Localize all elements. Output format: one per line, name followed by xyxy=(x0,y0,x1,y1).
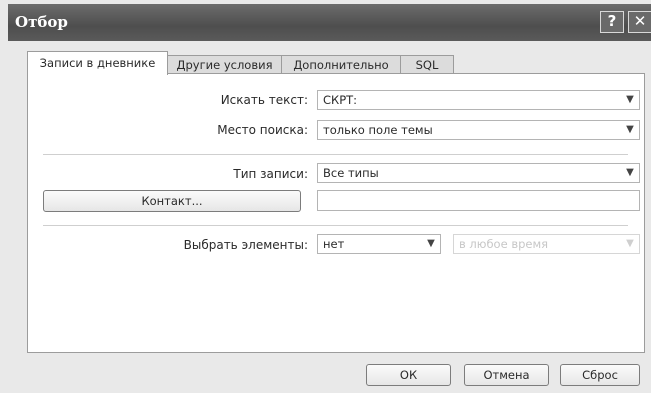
help-button[interactable]: ? xyxy=(600,11,624,33)
search-text-label: Искать текст: xyxy=(220,93,308,107)
search-text-combo[interactable]: СКРТ: ▼ xyxy=(317,90,640,110)
entry-type-combo[interactable]: Все типы ▼ xyxy=(317,163,640,183)
chevron-down-icon: ▼ xyxy=(427,238,435,249)
search-in-value: только поле темы xyxy=(323,123,433,137)
tab-panel: Искать текст: СКРТ: ▼ Место поиска: толь… xyxy=(27,73,645,353)
ok-button[interactable]: ОК xyxy=(366,364,451,386)
chevron-down-icon: ▼ xyxy=(626,124,634,135)
chevron-down-icon: ▼ xyxy=(626,167,634,178)
select-items-combo[interactable]: нет ▼ xyxy=(317,234,441,254)
search-in-combo[interactable]: только поле темы ▼ xyxy=(317,120,640,140)
entry-type-value: Все типы xyxy=(323,166,379,180)
select-items-value: нет xyxy=(323,237,345,251)
contacts-field[interactable] xyxy=(317,190,640,211)
tab-sql[interactable]: SQL xyxy=(400,55,454,74)
reset-button[interactable]: Сброс xyxy=(560,364,640,386)
tab-advanced[interactable]: Дополнительно xyxy=(281,55,401,74)
cancel-button[interactable]: Отмена xyxy=(464,364,549,386)
title-bar[interactable]: Отбор ? ✕ xyxy=(8,4,651,41)
tab-journal-entries[interactable]: Записи в дневнике xyxy=(27,51,168,75)
section-divider xyxy=(43,154,628,155)
search-in-label: Место поиска: xyxy=(217,123,308,137)
entry-type-label: Тип записи: xyxy=(233,167,308,181)
section-divider xyxy=(43,225,628,226)
search-text-value: СКРТ: xyxy=(323,93,358,107)
chevron-down-icon: ▼ xyxy=(626,94,634,105)
filter-dialog: Отбор ? ✕ Записи в дневнике Другие услов… xyxy=(0,0,651,393)
time-range-combo: в любое время ▼ xyxy=(453,234,640,254)
close-button[interactable]: ✕ xyxy=(628,11,651,33)
tab-more-choices[interactable]: Другие условия xyxy=(167,55,282,74)
chevron-down-icon: ▼ xyxy=(626,238,634,249)
select-items-label: Выбрать элементы: xyxy=(183,238,308,252)
contacts-button[interactable]: Контакт... xyxy=(43,190,301,212)
time-range-value: в любое время xyxy=(459,237,549,251)
window-title: Отбор xyxy=(15,13,68,31)
